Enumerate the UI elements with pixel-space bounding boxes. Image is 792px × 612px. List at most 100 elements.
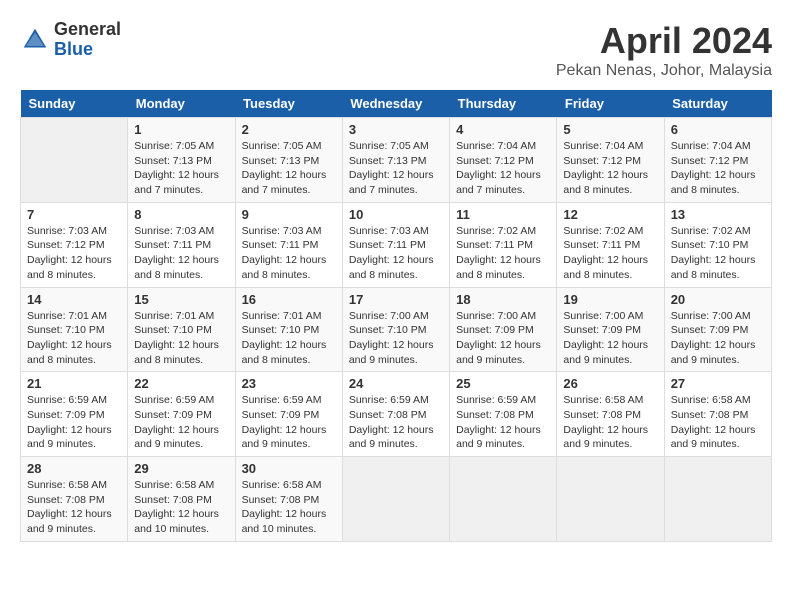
calendar-cell: 27 Sunrise: 6:58 AM Sunset: 7:08 PM Dayli… (664, 372, 771, 457)
calendar-day-header: Thursday (450, 90, 557, 118)
calendar-cell: 9Sunrise: 7:03 AM Sunset: 7:11 PM Daylig… (235, 202, 342, 287)
calendar-cell: 18 Sunrise: 7:00 AM Sunset: 7:09 PM Dayli… (450, 287, 557, 372)
calendar-cell: 15Sunrise: 7:01 AM Sunset: 7:10 PM Dayli… (128, 287, 235, 372)
day-number: 27 (671, 376, 765, 391)
day-number: 1 (134, 122, 228, 137)
day-info: Sunrise: 7:02 AM Sunset: 7:11 PM Dayligh… (456, 224, 550, 283)
day-number: 28 (27, 461, 121, 476)
calendar-cell: 2 Sunrise: 7:05 AM Sunset: 7:13 PM Daylig… (235, 118, 342, 203)
logo-blue-text: Blue (54, 40, 121, 60)
logo-text: General Blue (54, 20, 121, 60)
day-info: Sunrise: 7:01 AM Sunset: 7:10 PM Dayligh… (242, 309, 336, 368)
day-info: Sunrise: 7:00 AM Sunset: 7:09 PM Dayligh… (456, 309, 550, 368)
day-info: Sunrise: 7:03 AM Sunset: 7:11 PM Dayligh… (349, 224, 443, 283)
calendar-cell: 20 Sunrise: 7:00 AM Sunset: 7:09 PM Dayli… (664, 287, 771, 372)
calendar-cell: 28Sunrise: 6:58 AM Sunset: 7:08 PM Dayli… (21, 457, 128, 542)
day-info: Sunrise: 7:00 AM Sunset: 7:09 PM Dayligh… (563, 309, 657, 368)
day-info: Sunrise: 6:59 AM Sunset: 7:09 PM Dayligh… (134, 393, 228, 452)
day-number: 7 (27, 207, 121, 222)
calendar-cell: 22 Sunrise: 6:59 AM Sunset: 7:09 PM Dayli… (128, 372, 235, 457)
day-info: Sunrise: 6:59 AM Sunset: 7:08 PM Dayligh… (349, 393, 443, 452)
day-info: Sunrise: 7:05 AM Sunset: 7:13 PM Dayligh… (134, 139, 228, 198)
calendar-week-row: 28 Sunrise: 6:58 AM Sunset: 7:08 PM Dayli… (21, 457, 772, 542)
calendar-cell: 30 Sunrise: 6:58 AM Sunset: 7:08 PM Dayli… (235, 457, 342, 542)
calendar-cell: 7 Sunrise: 7:03 AM Sunset: 7:12 PM Daylig… (21, 202, 128, 287)
calendar-cell: 23 Sunrise: 6:59 AM Sunset: 7:09 PM Dayli… (235, 372, 342, 457)
calendar-cell: 11 Sunrise: 7:02 AM Sunset: 7:11 PM Dayli… (450, 202, 557, 287)
calendar-cell: 10Sunrise: 7:03 AM Sunset: 7:11 PM Dayli… (342, 202, 449, 287)
calendar-cell: 16 Sunrise: 7:01 AM Sunset: 7:10 PM Dayli… (235, 287, 342, 372)
day-info: Sunrise: 7:03 AM Sunset: 7:11 PM Dayligh… (134, 224, 228, 283)
day-number: 18 (456, 292, 550, 307)
day-info: Sunrise: 6:58 AM Sunset: 7:08 PM Dayligh… (671, 393, 765, 452)
calendar-day-header: Saturday (664, 90, 771, 118)
day-number: 2 (242, 122, 336, 137)
calendar-day-header: Friday (557, 90, 664, 118)
calendar-cell: 3Sunrise: 7:05 AM Sunset: 7:13 PM Daylig… (342, 118, 449, 203)
calendar-table: SundayMondayTuesdayWednesdayThursdayFrid… (20, 90, 772, 542)
calendar-week-row: 7 Sunrise: 7:03 AM Sunset: 7:12 PM Daylig… (21, 202, 772, 287)
day-info: Sunrise: 7:05 AM Sunset: 7:13 PM Dayligh… (242, 139, 336, 198)
calendar-cell (21, 118, 128, 203)
day-number: 22 (134, 376, 228, 391)
day-info: Sunrise: 7:01 AM Sunset: 7:10 PM Dayligh… (134, 309, 228, 368)
calendar-cell: 14Sunrise: 7:01 AM Sunset: 7:10 PM Dayli… (21, 287, 128, 372)
day-number: 12 (563, 207, 657, 222)
day-info: Sunrise: 7:00 AM Sunset: 7:09 PM Dayligh… (671, 309, 765, 368)
calendar-day-header: Monday (128, 90, 235, 118)
day-info: Sunrise: 7:00 AM Sunset: 7:10 PM Dayligh… (349, 309, 443, 368)
calendar-cell: 6 Sunrise: 7:04 AM Sunset: 7:12 PM Daylig… (664, 118, 771, 203)
calendar-cell: 13Sunrise: 7:02 AM Sunset: 7:10 PM Dayli… (664, 202, 771, 287)
calendar-header-row: SundayMondayTuesdayWednesdayThursdayFrid… (21, 90, 772, 118)
page-header: General Blue April 2024 Pekan Nenas, Joh… (20, 20, 772, 80)
day-number: 17 (349, 292, 443, 307)
day-number: 21 (27, 376, 121, 391)
calendar-week-row: 1 Sunrise: 7:05 AM Sunset: 7:13 PM Daylig… (21, 118, 772, 203)
logo: General Blue (20, 20, 121, 60)
day-number: 11 (456, 207, 550, 222)
day-number: 25 (456, 376, 550, 391)
logo-icon (20, 25, 50, 55)
day-number: 26 (563, 376, 657, 391)
day-number: 13 (671, 207, 765, 222)
day-number: 3 (349, 122, 443, 137)
day-number: 16 (242, 292, 336, 307)
day-number: 19 (563, 292, 657, 307)
logo-general-text: General (54, 20, 121, 40)
calendar-cell: 25 Sunrise: 6:59 AM Sunset: 7:08 PM Dayli… (450, 372, 557, 457)
calendar-cell: 1 Sunrise: 7:05 AM Sunset: 7:13 PM Daylig… (128, 118, 235, 203)
calendar-cell (664, 457, 771, 542)
calendar-cell (342, 457, 449, 542)
calendar-cell: 5Sunrise: 7:04 AM Sunset: 7:12 PM Daylig… (557, 118, 664, 203)
day-number: 30 (242, 461, 336, 476)
day-info: Sunrise: 6:59 AM Sunset: 7:09 PM Dayligh… (242, 393, 336, 452)
calendar-cell (557, 457, 664, 542)
calendar-week-row: 21 Sunrise: 6:59 AM Sunset: 7:09 PM Dayli… (21, 372, 772, 457)
page-title: April 2024 (556, 20, 772, 62)
day-info: Sunrise: 6:59 AM Sunset: 7:08 PM Dayligh… (456, 393, 550, 452)
calendar-cell (450, 457, 557, 542)
calendar-day-header: Wednesday (342, 90, 449, 118)
calendar-cell: 21 Sunrise: 6:59 AM Sunset: 7:09 PM Dayli… (21, 372, 128, 457)
day-info: Sunrise: 6:59 AM Sunset: 7:09 PM Dayligh… (27, 393, 121, 452)
day-number: 5 (563, 122, 657, 137)
day-number: 20 (671, 292, 765, 307)
day-number: 4 (456, 122, 550, 137)
day-number: 14 (27, 292, 121, 307)
page-subtitle: Pekan Nenas, Johor, Malaysia (556, 62, 772, 80)
calendar-day-header: Tuesday (235, 90, 342, 118)
day-info: Sunrise: 6:58 AM Sunset: 7:08 PM Dayligh… (134, 478, 228, 537)
calendar-week-row: 14 Sunrise: 7:01 AM Sunset: 7:10 PM Dayli… (21, 287, 772, 372)
calendar-cell: 12Sunrise: 7:02 AM Sunset: 7:11 PM Dayli… (557, 202, 664, 287)
day-number: 6 (671, 122, 765, 137)
day-info: Sunrise: 6:58 AM Sunset: 7:08 PM Dayligh… (242, 478, 336, 537)
day-number: 24 (349, 376, 443, 391)
day-info: Sunrise: 6:58 AM Sunset: 7:08 PM Dayligh… (563, 393, 657, 452)
calendar-cell: 8Sunrise: 7:03 AM Sunset: 7:11 PM Daylig… (128, 202, 235, 287)
day-info: Sunrise: 7:04 AM Sunset: 7:12 PM Dayligh… (671, 139, 765, 198)
day-number: 23 (242, 376, 336, 391)
calendar-cell: 17 Sunrise: 7:00 AM Sunset: 7:10 PM Dayli… (342, 287, 449, 372)
day-number: 29 (134, 461, 228, 476)
day-info: Sunrise: 7:03 AM Sunset: 7:12 PM Dayligh… (27, 224, 121, 283)
day-info: Sunrise: 7:03 AM Sunset: 7:11 PM Dayligh… (242, 224, 336, 283)
